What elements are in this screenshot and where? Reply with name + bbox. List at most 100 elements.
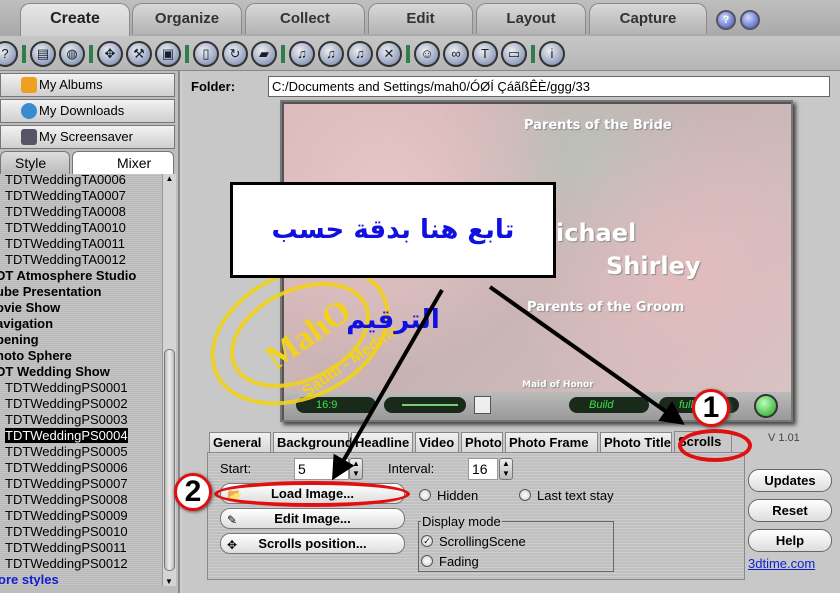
user-icon[interactable]: ☺ — [414, 41, 440, 67]
list-item[interactable]: TDTWeddingPS0008 — [0, 492, 128, 508]
list-group[interactable]: pening — [0, 332, 39, 348]
my-downloads-button[interactable]: My Downloads — [0, 99, 175, 123]
list-item[interactable]: TDTWeddingPS0002 — [0, 396, 128, 412]
list-item[interactable]: TDTWeddingTA0012 — [0, 252, 126, 268]
notes-icon[interactable] — [474, 396, 491, 414]
tab-photo-frame[interactable]: Photo Frame — [505, 432, 598, 453]
tab-photo[interactable]: Photo — [461, 432, 503, 453]
globe-icon[interactable]: ◍ — [59, 41, 85, 67]
refresh-icon[interactable]: ↻ — [222, 41, 248, 67]
link-icon[interactable]: ∞ — [443, 41, 469, 67]
label: Style — [15, 155, 47, 171]
list-group[interactable]: ovie Show — [0, 300, 60, 316]
tab-headline[interactable]: Headline — [351, 432, 413, 453]
briefcase-icon[interactable]: ▤ — [30, 41, 56, 67]
last-text-stay-radio[interactable] — [519, 489, 531, 501]
scene-text: Parents of the Groom — [527, 300, 685, 315]
list-item[interactable]: TDTWeddingTA0008 — [0, 204, 126, 220]
hidden-label: Hidden — [437, 488, 479, 503]
list-item[interactable]: TDTWeddingTA0010 — [0, 220, 126, 236]
toolbar-separator — [406, 45, 410, 63]
list-item[interactable]: TDTWeddingTA0007 — [0, 188, 126, 204]
tab-photo-title[interactable]: Photo Title — [600, 432, 672, 453]
frame-icon[interactable]: ▣ — [155, 41, 181, 67]
move-icon[interactable]: ✥ — [97, 41, 123, 67]
scrollbar[interactable]: ▲ ▼ — [162, 174, 176, 586]
music-icon[interactable]: ♫ — [289, 41, 315, 67]
start-stepper[interactable]: ▲ ▼ — [349, 458, 363, 480]
list-group[interactable]: hoto Sphere — [0, 348, 72, 364]
label: Mixer — [117, 155, 152, 171]
help-icon[interactable]: ? — [716, 10, 736, 30]
scrolls-position-button[interactable]: ✥ Scrolls position... — [220, 533, 405, 554]
list-item[interactable]: TDTWeddingPS0003 — [0, 412, 128, 428]
scroll-down-icon[interactable]: ▼ — [163, 577, 175, 586]
list-item[interactable]: TDTWeddingPS0007 — [0, 476, 128, 492]
scrollingscene-radio[interactable]: ✓ — [421, 535, 433, 547]
list-item[interactable]: TDTWeddingPS0005 — [0, 444, 128, 460]
toolbar-separator — [531, 45, 535, 63]
help-button[interactable]: Help — [748, 529, 832, 552]
tab-create[interactable]: Create — [20, 3, 130, 36]
build-button[interactable]: Build — [569, 397, 649, 413]
list-item[interactable]: TDTWeddingPS0006 — [0, 460, 128, 476]
toolbar-separator — [185, 45, 189, 63]
label: TDTWeddingTA0006 — [5, 174, 126, 187]
tab-style[interactable]: Style — [0, 151, 70, 174]
list-group[interactable]: avigation — [0, 316, 53, 332]
tab-collect[interactable]: Collect — [245, 3, 365, 34]
style-list[interactable]: TDTWeddingTA0006 TDTWeddingTA0007 TDTWeddi… — [0, 174, 162, 586]
list-item[interactable]: TDTWeddingPS0011 — [0, 540, 127, 556]
folder-icon[interactable]: ▰ — [251, 41, 277, 67]
tab-capture[interactable]: Capture — [589, 3, 707, 34]
list-group[interactable]: ube Presentation — [0, 284, 101, 300]
my-albums-button[interactable]: My Albums — [0, 73, 175, 97]
start-input[interactable]: 5 — [294, 458, 349, 480]
tab-edit[interactable]: Edit — [368, 3, 473, 34]
phone-icon[interactable]: ▯ — [193, 41, 219, 67]
updates-button[interactable]: Updates — [748, 469, 832, 492]
list-item[interactable]: TDTWeddingPS0001 — [0, 380, 128, 396]
tab-organize[interactable]: Organize — [132, 3, 242, 34]
website-link[interactable]: 3dtime.com — [748, 556, 815, 571]
list-item[interactable]: TDTWeddingTA0006 — [0, 174, 126, 188]
hammer-icon[interactable]: ⚒ — [126, 41, 152, 67]
computer-icon — [21, 129, 37, 145]
help-icon[interactable]: ? — [0, 41, 18, 67]
my-screensaver-button[interactable]: My Screensaver — [0, 125, 175, 149]
fading-radio[interactable] — [421, 555, 433, 567]
settings-icon[interactable] — [740, 10, 760, 30]
music-gray-icon[interactable]: ♫ — [347, 41, 373, 67]
music-add-icon[interactable]: ♫ — [318, 41, 344, 67]
tab-background[interactable]: Background — [273, 432, 353, 453]
window-icon[interactable]: ▭ — [501, 41, 527, 67]
label: TDTWeddingPS0003 — [5, 412, 128, 427]
music-delete-icon[interactable]: ✕ — [376, 41, 402, 67]
tab-general[interactable]: General — [209, 432, 271, 453]
tab-video[interactable]: Video — [415, 432, 459, 453]
interval-input[interactable]: 16 — [468, 458, 498, 480]
edit-image-button[interactable]: ✎ Edit Image... — [220, 508, 405, 529]
scroll-thumb[interactable] — [164, 349, 175, 571]
label: TDTWeddingTA0008 — [5, 204, 126, 219]
reset-button[interactable]: Reset — [748, 499, 832, 522]
interval-stepper[interactable]: ▲ ▼ — [499, 458, 513, 480]
list-item[interactable]: TDTWeddingPS0010 — [0, 524, 128, 540]
label: TDTWeddingTA0010 — [5, 220, 126, 235]
label: TDTWeddingPS0007 — [5, 476, 128, 491]
scroll-up-icon[interactable]: ▲ — [163, 174, 176, 183]
folder-input[interactable]: C:/Documents and Settings/mah0/ÓØÍ ÇáãßÊ… — [268, 76, 830, 97]
tab-mixer[interactable]: Mixer — [72, 151, 174, 174]
play-indicator-icon[interactable] — [754, 394, 778, 418]
text-icon[interactable]: T — [472, 41, 498, 67]
hidden-radio[interactable] — [419, 489, 431, 501]
list-item[interactable]: TDTWeddingPS0004 — [0, 428, 128, 444]
list-item[interactable]: TDTWeddingPS0009 — [0, 508, 128, 524]
list-group[interactable]: DT Wedding Show — [0, 364, 110, 380]
info-icon[interactable]: i — [539, 41, 565, 67]
list-item[interactable]: TDTWeddingPS0012 — [0, 556, 128, 572]
more-styles-link[interactable]: ore styles — [0, 572, 59, 586]
list-item[interactable]: TDTWeddingTA0011 — [0, 236, 125, 252]
tab-layout[interactable]: Layout — [476, 3, 586, 34]
list-group[interactable]: DT Atmosphere Studio — [0, 268, 136, 284]
